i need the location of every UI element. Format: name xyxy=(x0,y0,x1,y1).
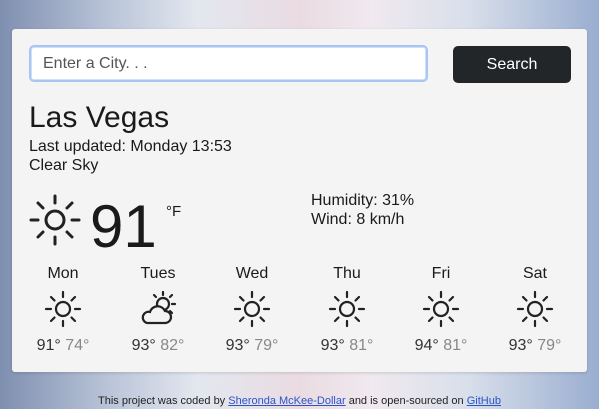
forecast-day: Thu 93° 81° xyxy=(307,265,387,355)
forecast-high: 93° xyxy=(508,337,533,354)
city-search-input[interactable] xyxy=(29,45,428,82)
forecast-day-name: Fri xyxy=(431,265,451,282)
current-temperature: 91 xyxy=(90,193,157,260)
sun-icon xyxy=(328,290,366,328)
forecast-day-name: Thu xyxy=(333,265,361,282)
forecast-day: Wed 93° 79° xyxy=(212,265,292,355)
forecast-low: 74° xyxy=(65,337,90,354)
weather-description: Clear Sky xyxy=(29,157,99,174)
city-name: Las Vegas xyxy=(29,101,170,134)
forecast-low: 82° xyxy=(160,337,185,354)
last-updated: Last updated: Monday 13:53 xyxy=(29,138,232,155)
forecast-high: 93° xyxy=(320,337,345,354)
sun-icon xyxy=(516,290,554,328)
footer-text: This project was coded by xyxy=(98,395,229,407)
sun-icon xyxy=(44,290,82,328)
forecast-low: 79° xyxy=(254,337,279,354)
sun-icon xyxy=(422,290,460,328)
forecast-high: 91° xyxy=(36,337,61,354)
forecast-day-name: Sat xyxy=(522,265,547,282)
forecast-high: 93° xyxy=(131,337,156,354)
forecast-high: 93° xyxy=(225,337,250,354)
sun-icon xyxy=(29,194,81,246)
footer: This project was coded by Sheronda McKee… xyxy=(0,395,599,407)
forecast-day: Tues 93° 82° xyxy=(118,265,198,355)
forecast-day: Mon 91° 74° xyxy=(23,265,103,355)
author-link[interactable]: Sheronda McKee-Dollar xyxy=(228,395,345,407)
partly-cloudy-icon xyxy=(141,290,177,325)
forecast-day-name: Tues xyxy=(140,265,176,282)
wind-speed: Wind: 8 km/h xyxy=(311,211,405,228)
weather-card: Search Las Vegas Last updated: Monday 13… xyxy=(12,29,587,372)
forecast-day-name: Wed xyxy=(235,265,269,282)
github-link[interactable]: GitHub xyxy=(467,395,501,407)
forecast-low: 79° xyxy=(537,337,562,354)
search-button[interactable]: Search xyxy=(453,46,571,83)
sun-icon xyxy=(233,290,271,328)
forecast-high: 94° xyxy=(414,337,439,354)
forecast-day-name: Mon xyxy=(47,265,79,282)
forecast-row: Mon 91° 74° Tues 93° 82° Wed 93° 79° Thu… xyxy=(12,265,587,355)
forecast-day: Sat 93° 79° xyxy=(495,265,575,355)
temperature-unit-toggle[interactable]: °F xyxy=(166,203,181,220)
forecast-low: 81° xyxy=(349,337,374,354)
humidity: Humidity: 31% xyxy=(311,192,415,209)
forecast-low: 81° xyxy=(443,337,468,354)
footer-text: and is open-sourced on xyxy=(345,395,467,407)
forecast-day: Fri 94° 81° xyxy=(401,265,481,355)
